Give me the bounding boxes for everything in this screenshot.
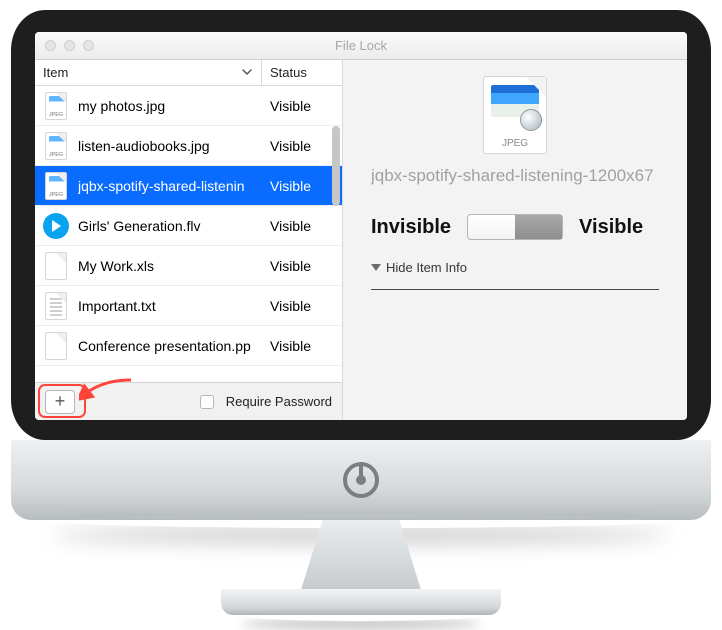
file-type-label: JPEG: [484, 138, 546, 149]
disclosure-triangle-icon: [371, 264, 381, 271]
info-divider: [371, 289, 659, 290]
file-type-icon: [43, 211, 69, 241]
file-type-icon: [43, 251, 69, 281]
add-item-button[interactable]: +: [45, 390, 75, 414]
require-password-checkbox[interactable]: [200, 395, 214, 409]
row-status-cell: Visible: [262, 178, 342, 194]
require-password-label: Require Password: [226, 394, 332, 409]
imac-mock: File Lock Item Status: [11, 10, 711, 615]
table-row[interactable]: JPEG listen-audiobooks.jpg Visible: [35, 126, 342, 166]
toggle-segment-invisible[interactable]: [468, 215, 515, 239]
visibility-control: Invisible Visible: [371, 214, 659, 240]
table-row[interactable]: JPEG jqbx-spotify-shared-listenin Visible: [35, 166, 342, 206]
column-header-item-label: Item: [43, 65, 68, 80]
table-row[interactable]: Girls' Generation.flv Visible: [35, 206, 342, 246]
table-row[interactable]: My Work.xls Visible: [35, 246, 342, 286]
imac-bezel: File Lock Item Status: [11, 10, 711, 440]
detail-filename: jqbx-spotify-shared-listening-1200x67: [371, 166, 659, 186]
file-list[interactable]: JPEG my photos.jpg Visible JPEG listen-audio…: [35, 86, 342, 382]
imac-chin: [11, 440, 711, 520]
list-footer: + Require Password: [35, 382, 342, 420]
hide-item-info-label: Hide Item Info: [386, 260, 467, 275]
row-status-cell: Visible: [262, 218, 342, 234]
row-item-cell: Girls' Generation.flv: [35, 211, 262, 241]
file-type-icon: JPEG: [43, 131, 69, 161]
annotation-arrow-icon: [79, 378, 139, 406]
list-header: Item Status: [35, 60, 342, 86]
invisible-label: Invisible: [371, 216, 451, 239]
row-status-cell: Visible: [262, 298, 342, 314]
row-status-cell: Visible: [262, 138, 342, 154]
imac-stand-base: [221, 589, 501, 615]
file-name: Important.txt: [78, 298, 156, 314]
file-type-icon: JPEG: [43, 171, 69, 201]
visibility-toggle[interactable]: [467, 214, 563, 240]
file-name: jqbx-spotify-shared-listenin: [78, 178, 245, 194]
file-type-icon: JPEG: [43, 91, 69, 121]
row-item-cell: Important.txt: [35, 291, 262, 321]
row-status-cell: Visible: [262, 98, 342, 114]
row-item-cell: JPEG jqbx-spotify-shared-listenin: [35, 171, 262, 201]
row-item-cell: My Work.xls: [35, 251, 262, 281]
file-list-pane: Item Status JPEGmy photos.jpgVisibleJPEG…: [35, 60, 343, 420]
brand-logo-icon: [343, 462, 379, 498]
row-status-cell: Visible: [262, 258, 342, 274]
file-type-icon: [43, 291, 69, 321]
file-name: Girls' Generation.flv: [78, 218, 201, 234]
table-row[interactable]: JPEG my photos.jpg Visible: [35, 86, 342, 126]
window-title: File Lock: [35, 38, 687, 53]
file-name: my photos.jpg: [78, 98, 165, 114]
table-row[interactable]: Conference presentation.pp Visible: [35, 326, 342, 366]
row-status-cell: Visible: [262, 338, 342, 354]
column-header-status-label: Status: [270, 65, 307, 80]
file-type-icon: [43, 331, 69, 361]
app-window: File Lock Item Status: [35, 32, 687, 420]
detail-pane: JPEG jqbx-spotify-shared-listening-1200x…: [343, 60, 687, 420]
sort-indicator-icon: [241, 65, 253, 83]
column-header-status[interactable]: Status: [262, 60, 342, 85]
row-item-cell: JPEG listen-audiobooks.jpg: [35, 131, 262, 161]
row-item-cell: Conference presentation.pp: [35, 331, 262, 361]
imac-stand-neck: [301, 520, 421, 590]
window-titlebar: File Lock: [35, 32, 687, 60]
toggle-segment-visible[interactable]: [515, 215, 562, 239]
row-item-cell: JPEG my photos.jpg: [35, 91, 262, 121]
column-header-item[interactable]: Item: [35, 60, 262, 85]
file-name: listen-audiobooks.jpg: [78, 138, 210, 154]
file-name: My Work.xls: [78, 258, 154, 274]
content-split: Item Status JPEGmy photos.jpgVisibleJPEG…: [35, 60, 687, 420]
table-row[interactable]: Important.txt Visible: [35, 286, 342, 326]
scrollbar-thumb[interactable]: [332, 126, 340, 206]
file-preview-icon: JPEG: [483, 76, 547, 154]
hide-item-info-toggle[interactable]: Hide Item Info: [371, 260, 659, 275]
file-name: Conference presentation.pp: [78, 338, 251, 354]
visible-label: Visible: [579, 216, 643, 239]
